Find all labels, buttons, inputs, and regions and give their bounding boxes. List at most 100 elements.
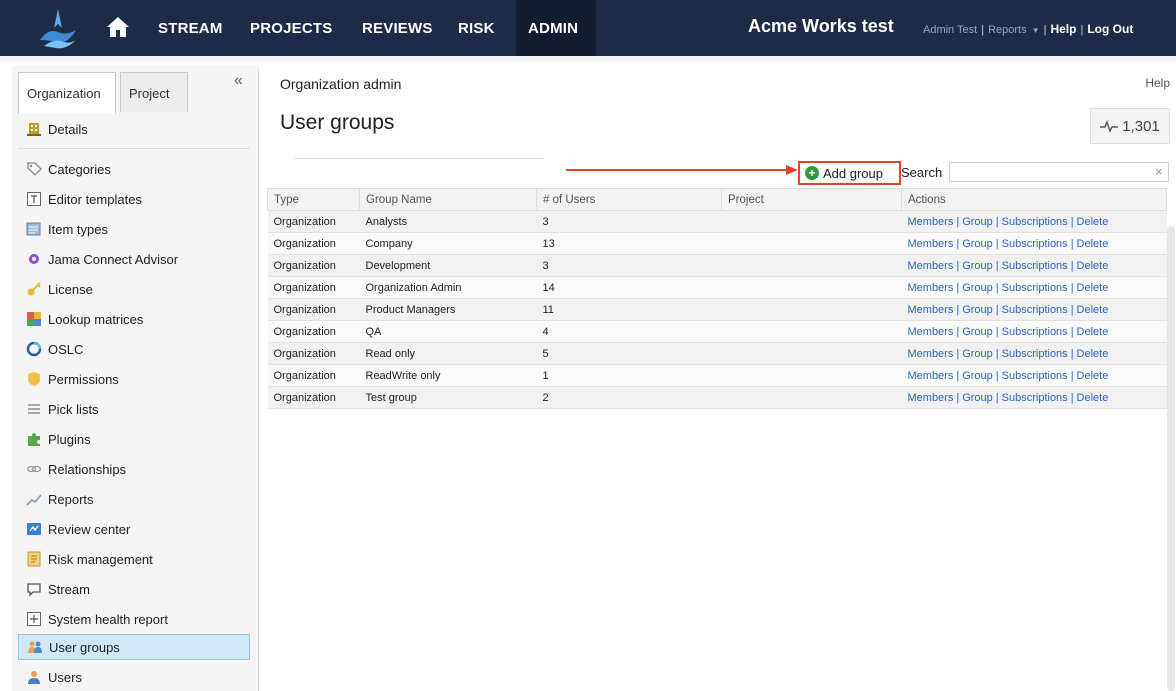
sidebar-item-pick-lists[interactable]: Pick lists bbox=[18, 396, 250, 422]
scrollbar[interactable] bbox=[1167, 226, 1175, 691]
column-header-users[interactable]: # of Users bbox=[536, 188, 722, 211]
add-group-button[interactable]: + Add group bbox=[798, 161, 901, 185]
subscriptions-link[interactable]: Subscriptions bbox=[1002, 370, 1068, 382]
separator: | bbox=[995, 215, 999, 228]
sidebar-item-reports[interactable]: Reports bbox=[18, 486, 250, 512]
help-link[interactable]: Help bbox=[1050, 22, 1076, 36]
sidebar-item-review-center[interactable]: Review center bbox=[18, 516, 250, 542]
group-link[interactable]: Group bbox=[962, 304, 993, 316]
sidebar-item-item-types[interactable]: Item types bbox=[18, 216, 250, 242]
sidebar-item-details[interactable]: Details bbox=[18, 116, 250, 142]
type-cell: Organization bbox=[267, 342, 360, 365]
members-link[interactable]: Members bbox=[908, 326, 954, 338]
members-link[interactable]: Members bbox=[908, 370, 954, 382]
sidebar-item-system-health-report[interactable]: System health report bbox=[18, 606, 250, 632]
review-icon bbox=[27, 523, 41, 535]
subscriptions-link[interactable]: Subscriptions bbox=[1002, 260, 1068, 272]
members-link[interactable]: Members bbox=[908, 282, 954, 294]
nav-projects[interactable]: PROJECTS bbox=[250, 20, 332, 37]
sidebar-item-license[interactable]: License bbox=[18, 276, 250, 302]
members-link[interactable]: Members bbox=[908, 238, 954, 250]
table-row[interactable]: Organization Test group 2 Members | Group | Sub… bbox=[267, 386, 1167, 409]
nav-risk[interactable]: RISK bbox=[458, 20, 495, 37]
sidebar-item-label: Stream bbox=[48, 581, 90, 597]
sidebar-item-jama-connect-advisor[interactable]: Jama Connect Advisor bbox=[18, 246, 250, 272]
group-link[interactable]: Group bbox=[962, 370, 993, 382]
breadcrumb: Organization admin bbox=[280, 76, 402, 92]
table-row[interactable]: Organization ReadWrite only 1 Members | Group… bbox=[267, 364, 1167, 387]
nav-stream[interactable]: STREAM bbox=[158, 20, 223, 37]
members-link[interactable]: Members bbox=[908, 348, 954, 360]
column-header-group-name[interactable]: Group Name bbox=[359, 188, 537, 211]
separator: | bbox=[1070, 259, 1074, 272]
page-help-link[interactable]: Help bbox=[1145, 76, 1170, 90]
table-row[interactable]: Organization Organization Admin 14 Members |… bbox=[267, 276, 1167, 299]
sidebar-item-editor-templates[interactable]: Editor templates bbox=[18, 186, 250, 212]
collapse-icon[interactable]: « bbox=[234, 72, 243, 90]
sidebar-item-plugins[interactable]: Plugins bbox=[18, 426, 250, 452]
chevron-down-icon[interactable]: ▼ bbox=[1032, 26, 1040, 35]
subscriptions-link[interactable]: Subscriptions bbox=[1002, 348, 1068, 360]
delete-link[interactable]: Delete bbox=[1077, 282, 1109, 294]
sidebar-item-categories[interactable]: Categories bbox=[18, 156, 250, 182]
members-link[interactable]: Members bbox=[908, 216, 954, 228]
activity-counter[interactable]: 1,301 bbox=[1090, 108, 1170, 144]
subscriptions-link[interactable]: Subscriptions bbox=[1002, 392, 1068, 404]
members-link[interactable]: Members bbox=[908, 392, 954, 404]
group-link[interactable]: Group bbox=[962, 216, 993, 228]
nav-admin[interactable]: ADMIN bbox=[528, 20, 578, 37]
table-row[interactable]: Organization Company 13 Members | Group | Subsc… bbox=[267, 232, 1167, 255]
reports-menu[interactable]: Reports bbox=[988, 24, 1027, 36]
sidebar-item-oslc[interactable]: OSLC bbox=[18, 336, 250, 362]
tab-project[interactable]: Project bbox=[120, 72, 188, 112]
members-link[interactable]: Members bbox=[908, 304, 954, 316]
column-header-project[interactable]: Project bbox=[721, 188, 902, 211]
group-link[interactable]: Group bbox=[962, 326, 993, 338]
subscriptions-link[interactable]: Subscriptions bbox=[1002, 238, 1068, 250]
group-link[interactable]: Group bbox=[962, 282, 993, 294]
column-header-type[interactable]: Type bbox=[267, 188, 360, 211]
group-link[interactable]: Group bbox=[962, 260, 993, 272]
sidebar-item-risk-management[interactable]: Risk management bbox=[18, 546, 250, 572]
counter-value: 1,301 bbox=[1122, 117, 1160, 135]
group-link[interactable]: Group bbox=[962, 238, 993, 250]
table-row[interactable]: Organization Analysts 3 Members | Group | Subsc… bbox=[267, 210, 1167, 233]
delete-link[interactable]: Delete bbox=[1077, 238, 1109, 250]
subscriptions-link[interactable]: Subscriptions bbox=[1002, 282, 1068, 294]
sidebar-item-permissions[interactable]: Permissions bbox=[18, 366, 250, 392]
close-icon[interactable]: × bbox=[1155, 164, 1163, 179]
subscriptions-link[interactable]: Subscriptions bbox=[1002, 326, 1068, 338]
delete-link[interactable]: Delete bbox=[1077, 326, 1109, 338]
search-input[interactable] bbox=[949, 162, 1169, 182]
members-link[interactable]: Members bbox=[908, 260, 954, 272]
tab-organization[interactable]: Organization bbox=[18, 72, 116, 114]
sidebar-item-label: Categories bbox=[48, 161, 111, 177]
delete-link[interactable]: Delete bbox=[1077, 216, 1109, 228]
shield-icon bbox=[28, 372, 40, 386]
delete-link[interactable]: Delete bbox=[1077, 370, 1109, 382]
delete-link[interactable]: Delete bbox=[1077, 392, 1109, 404]
logo-icon[interactable] bbox=[36, 6, 80, 50]
group-name-cell: QA bbox=[359, 320, 537, 343]
sidebar-item-user-groups[interactable]: User groups bbox=[18, 634, 250, 660]
table-row[interactable]: Organization Read only 5 Members | Group | Subs… bbox=[267, 342, 1167, 365]
delete-link[interactable]: Delete bbox=[1077, 348, 1109, 360]
plus-circle-icon: + bbox=[805, 166, 819, 180]
sidebar-item-users[interactable]: Users bbox=[18, 664, 250, 690]
sidebar-item-stream[interactable]: Stream bbox=[18, 576, 250, 602]
table-row[interactable]: Organization QA 4 Members | Group | Subscriptio… bbox=[267, 320, 1167, 343]
nav-reviews[interactable]: REVIEWS bbox=[362, 20, 433, 37]
delete-link[interactable]: Delete bbox=[1077, 304, 1109, 316]
subscriptions-link[interactable]: Subscriptions bbox=[1002, 304, 1068, 316]
sidebar-item-relationships[interactable]: Relationships bbox=[18, 456, 250, 482]
group-link[interactable]: Group bbox=[962, 392, 993, 404]
table-row[interactable]: Organization Development 3 Members | Group | Su… bbox=[267, 254, 1167, 277]
table-row[interactable]: Organization Product Managers 11 Members | Gr… bbox=[267, 298, 1167, 321]
delete-link[interactable]: Delete bbox=[1077, 260, 1109, 272]
sidebar-item-lookup-matrices[interactable]: Lookup matrices bbox=[18, 306, 250, 332]
home-icon[interactable] bbox=[106, 16, 130, 38]
group-link[interactable]: Group bbox=[962, 348, 993, 360]
subscriptions-link[interactable]: Subscriptions bbox=[1002, 216, 1068, 228]
user-menu[interactable]: Admin Test bbox=[923, 24, 977, 36]
logout-link[interactable]: Log Out bbox=[1087, 22, 1133, 36]
